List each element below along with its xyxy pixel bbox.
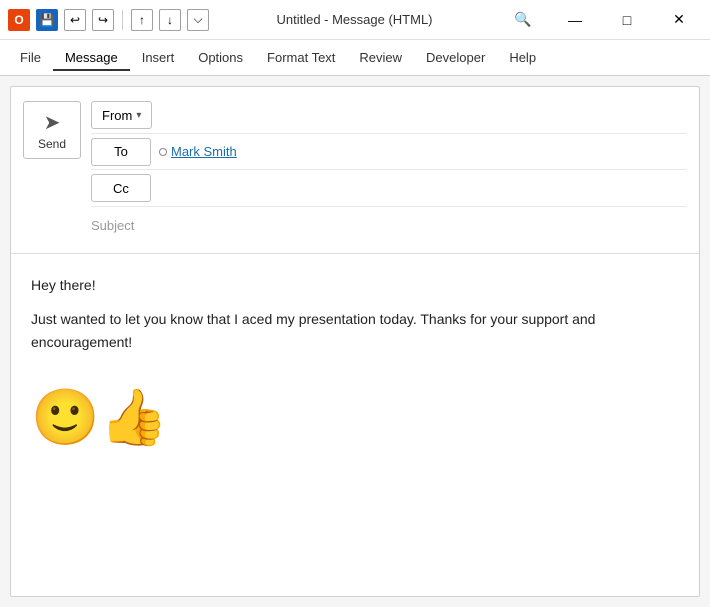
menu-item-format-text[interactable]: Format Text	[255, 44, 347, 71]
menu-item-options[interactable]: Options	[186, 44, 255, 71]
save-icon: 💾	[40, 13, 55, 27]
redo-button[interactable]: ↪	[92, 9, 114, 31]
cc-button[interactable]: Cc	[91, 174, 151, 202]
dropdown-arrow-icon: ⌵	[193, 12, 202, 27]
email-body-text: Hey there! Just wanted to let you know t…	[31, 274, 679, 353]
main-content: ➤ Send From ▾ To	[0, 76, 710, 607]
search-icon: 🔍	[514, 11, 531, 28]
dropdown-arrow-button[interactable]: ⌵	[187, 9, 209, 31]
save-button[interactable]: 💾	[36, 9, 58, 31]
title-bar: O 💾 ↩ ↪ ↑ ↓ ⌵ Untitled - Message (HTML) …	[0, 0, 710, 40]
up-arrow-icon: ↑	[139, 13, 145, 27]
minimize-icon: —	[568, 12, 582, 28]
menu-item-help[interactable]: Help	[497, 44, 548, 71]
undo-icon: ↩	[70, 13, 80, 27]
minimize-button[interactable]: —	[552, 0, 598, 40]
greeting: Hey there!	[31, 274, 679, 296]
from-dropdown-icon: ▾	[136, 110, 141, 121]
contact-badge: Mark Smith	[159, 144, 237, 159]
body-paragraph: Just wanted to let you know that I aced …	[31, 308, 679, 353]
from-button[interactable]: From ▾	[91, 101, 152, 129]
subject-input[interactable]	[142, 211, 687, 239]
to-input-area[interactable]: Mark Smith	[159, 140, 687, 163]
send-icon: ➤	[44, 110, 61, 135]
divider	[122, 10, 123, 30]
compose-header: ➤ Send From ▾ To	[11, 87, 699, 254]
from-row: From ▾	[91, 97, 687, 134]
to-recipient-name[interactable]: Mark Smith	[171, 144, 237, 159]
send-button[interactable]: ➤ Send	[23, 101, 81, 159]
fields-area: From ▾ To Mark Smith	[91, 97, 687, 243]
from-input[interactable]	[160, 101, 687, 129]
menu-item-insert[interactable]: Insert	[130, 44, 187, 71]
from-label: From	[102, 108, 132, 123]
send-label: Send	[38, 137, 66, 151]
cc-input-area	[159, 170, 687, 206]
redo-icon: ↪	[98, 13, 108, 27]
close-button[interactable]: ✕	[656, 0, 702, 40]
cc-label: Cc	[113, 181, 129, 196]
thumbsup-emoji: 🙂👍	[31, 373, 168, 461]
maximize-icon: □	[623, 12, 631, 28]
compose-window: ➤ Send From ▾ To	[10, 86, 700, 597]
window-title: Untitled - Message (HTML)	[215, 12, 494, 27]
menu-item-message[interactable]: Message	[53, 44, 130, 71]
subject-placeholder: Subject	[91, 214, 134, 237]
contact-dot-icon	[159, 148, 167, 156]
close-icon: ✕	[673, 11, 685, 28]
cc-input[interactable]	[159, 174, 687, 202]
subject-row: Subject	[91, 207, 687, 243]
search-button[interactable]: 🔍	[500, 0, 546, 40]
menu-item-file[interactable]: File	[8, 44, 53, 71]
up-arrow-button[interactable]: ↑	[131, 9, 153, 31]
to-row: To Mark Smith	[91, 134, 687, 170]
undo-button[interactable]: ↩	[64, 9, 86, 31]
menu-item-developer[interactable]: Developer	[414, 44, 497, 71]
app-icon: O	[8, 9, 30, 31]
down-arrow-button[interactable]: ↓	[159, 9, 181, 31]
menu-bar: File Message Insert Options Format Text …	[0, 40, 710, 76]
compose-body[interactable]: Hey there! Just wanted to let you know t…	[11, 254, 699, 596]
to-label: To	[114, 144, 128, 159]
emoji-area: 🙂👍	[31, 365, 679, 461]
down-arrow-icon: ↓	[167, 13, 173, 27]
from-input-area	[160, 97, 687, 133]
cc-row: Cc	[91, 170, 687, 207]
maximize-button[interactable]: □	[604, 0, 650, 40]
menu-item-review[interactable]: Review	[347, 44, 414, 71]
to-button[interactable]: To	[91, 138, 151, 166]
